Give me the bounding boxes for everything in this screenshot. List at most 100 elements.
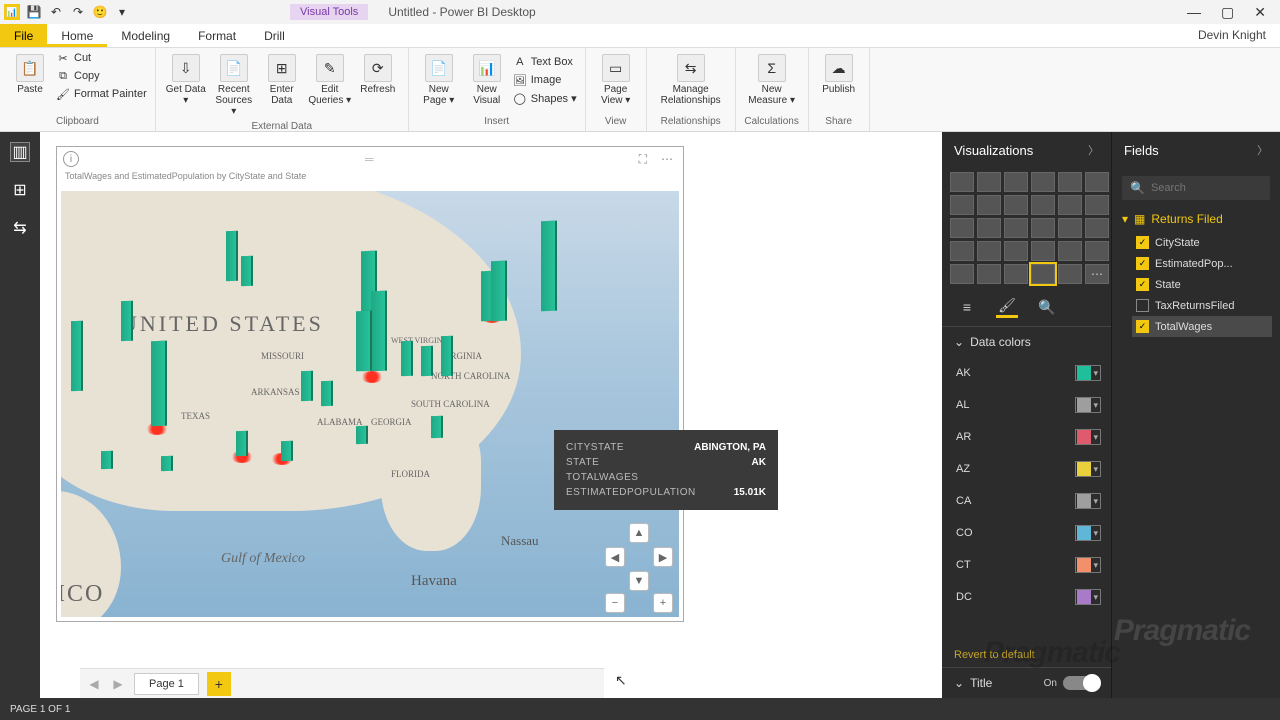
viz-type[interactable] <box>950 264 974 284</box>
field-row[interactable]: ✓EstimatedPop... <box>1132 253 1272 274</box>
smiley-icon[interactable]: 🙂 <box>92 4 108 20</box>
data-view-icon[interactable]: ⊞ <box>10 180 30 200</box>
viz-type-selected[interactable] <box>1031 264 1055 284</box>
redo-icon[interactable]: ↷ <box>70 4 86 20</box>
viz-type[interactable] <box>950 195 974 215</box>
report-view-icon[interactable]: ▥ <box>10 142 30 162</box>
color-swatch[interactable]: ▾ <box>1075 461 1101 477</box>
viz-type[interactable] <box>1031 195 1055 215</box>
minimize-icon[interactable]: — <box>1187 4 1201 21</box>
edit-queries-button[interactable]: ✎Edit Queries ▾ <box>306 50 354 121</box>
report-canvas[interactable]: i ═ ⛶ ⋯ TotalWages and EstimatedPopulati… <box>40 132 942 698</box>
more-options-icon[interactable]: ⋯ <box>657 152 677 166</box>
viz-type[interactable] <box>950 218 974 238</box>
viz-type[interactable] <box>1058 218 1082 238</box>
viz-type[interactable] <box>1085 172 1109 192</box>
viz-type[interactable] <box>1004 241 1028 261</box>
file-tab[interactable]: File <box>0 24 47 47</box>
undo-icon[interactable]: ↶ <box>48 4 64 20</box>
enter-data-button[interactable]: ⊞Enter Data <box>258 50 306 121</box>
signed-in-user[interactable]: Devin Knight <box>1184 24 1280 47</box>
title-section-label[interactable]: Title <box>964 676 1044 690</box>
publish-button[interactable]: ☁Publish <box>815 50 863 99</box>
tab-home[interactable]: Home <box>47 24 107 47</box>
viz-type[interactable] <box>1085 195 1109 215</box>
viz-type[interactable] <box>950 241 974 261</box>
viz-type[interactable] <box>1058 264 1082 284</box>
map-pan-left-icon[interactable]: ◀ <box>605 547 625 567</box>
color-swatch[interactable]: ▾ <box>1075 525 1101 541</box>
new-measure-button[interactable]: ΣNew Measure ▾ <box>742 50 802 110</box>
format-tab-icon[interactable]: 🖌 <box>996 296 1018 318</box>
page-view-button[interactable]: ▭Page View ▾ <box>592 50 640 110</box>
field-row[interactable]: ✓TotalWages <box>1132 316 1272 337</box>
viz-type[interactable] <box>977 264 1001 284</box>
title-toggle[interactable] <box>1063 676 1099 690</box>
tab-format[interactable]: Format <box>184 24 250 47</box>
visual-info-icon[interactable]: i <box>63 151 79 167</box>
page-next-icon[interactable]: ▶ <box>110 677 126 691</box>
model-view-icon[interactable]: ⇆ <box>10 218 30 238</box>
viz-type[interactable] <box>977 195 1001 215</box>
collapse-viz-pane-icon[interactable]: 〉 <box>1088 142 1099 158</box>
viz-type[interactable] <box>977 172 1001 192</box>
viz-type[interactable] <box>1031 241 1055 261</box>
get-data-button[interactable]: ⇩Get Data ▾ <box>162 50 210 121</box>
tab-modeling[interactable]: Modeling <box>107 24 184 47</box>
color-swatch[interactable]: ▾ <box>1075 589 1101 605</box>
save-icon[interactable]: 💾 <box>26 4 42 20</box>
analytics-tab-icon[interactable]: 🔍 <box>1036 296 1058 318</box>
fields-search-input[interactable] <box>1151 182 1262 194</box>
color-swatch[interactable]: ▾ <box>1075 429 1101 445</box>
focus-mode-icon[interactable]: ⛶ <box>635 152 651 167</box>
viz-type-more[interactable]: ⋯ <box>1085 264 1109 284</box>
refresh-button[interactable]: ⟳Refresh <box>354 50 402 121</box>
color-swatch[interactable]: ▾ <box>1075 493 1101 509</box>
recent-sources-button[interactable]: 📄Recent Sources ▾ <box>210 50 258 121</box>
map-tilt-up-icon[interactable]: ▲ <box>629 523 649 543</box>
revert-to-default-link[interactable]: Revert to default <box>942 643 1111 667</box>
text-box-button[interactable]: AText Box <box>511 54 579 70</box>
page-prev-icon[interactable]: ◀ <box>86 677 102 691</box>
paste-button[interactable]: 📋Paste <box>6 50 54 102</box>
field-checkbox[interactable]: ✓ <box>1136 236 1149 249</box>
add-page-button[interactable]: + <box>207 672 231 696</box>
viz-type[interactable] <box>1004 218 1028 238</box>
color-swatch[interactable]: ▾ <box>1075 397 1101 413</box>
viz-type[interactable] <box>977 241 1001 261</box>
field-checkbox[interactable]: ✓ <box>1136 320 1149 333</box>
data-colors-section[interactable]: ⌄Data colors <box>942 327 1111 357</box>
viz-type[interactable] <box>1004 264 1028 284</box>
fields-table-returns-filed[interactable]: ▾ ▦ Returns Filed <box>1112 208 1280 230</box>
copy-button[interactable]: ⧉Copy <box>54 68 149 84</box>
viz-type[interactable] <box>1031 218 1055 238</box>
field-row[interactable]: ✓State <box>1132 274 1272 295</box>
globe-map[interactable]: UNITED STATES Gulf of Mexico Nassau Hava… <box>61 191 679 617</box>
fields-well-tab-icon[interactable]: ≡ <box>956 296 978 318</box>
map-pan-right-icon[interactable]: ▶ <box>653 547 673 567</box>
field-row[interactable]: ✓CityState <box>1132 232 1272 253</box>
close-icon[interactable]: ✕ <box>1254 4 1266 21</box>
viz-type[interactable] <box>1058 241 1082 261</box>
new-visual-button[interactable]: 📊New Visual <box>463 50 511 110</box>
viz-type[interactable] <box>1031 172 1055 192</box>
viz-type[interactable] <box>1085 218 1109 238</box>
collapse-fields-pane-icon[interactable]: 〉 <box>1257 142 1268 158</box>
color-swatch[interactable]: ▾ <box>1075 557 1101 573</box>
map-zoom-out-icon[interactable]: − <box>605 593 625 613</box>
new-page-button[interactable]: 📄New Page ▾ <box>415 50 463 110</box>
map-visual[interactable]: i ═ ⛶ ⋯ TotalWages and EstimatedPopulati… <box>56 146 684 622</box>
viz-type[interactable] <box>1058 172 1082 192</box>
viz-type[interactable] <box>1058 195 1082 215</box>
viz-type[interactable] <box>1004 172 1028 192</box>
viz-type[interactable] <box>977 218 1001 238</box>
cut-button[interactable]: ✂Cut <box>54 50 149 66</box>
map-zoom-in-icon[interactable]: + <box>653 593 673 613</box>
color-swatch[interactable]: ▾ <box>1075 365 1101 381</box>
field-checkbox[interactable] <box>1136 299 1149 312</box>
format-painter-button[interactable]: 🖌Format Painter <box>54 86 149 102</box>
fields-search[interactable]: 🔍 <box>1122 176 1270 200</box>
viz-type[interactable] <box>1085 241 1109 261</box>
manage-relationships-button[interactable]: ⇆Manage Relationships <box>653 50 729 110</box>
qat-dropdown-icon[interactable]: ▾ <box>114 4 130 20</box>
